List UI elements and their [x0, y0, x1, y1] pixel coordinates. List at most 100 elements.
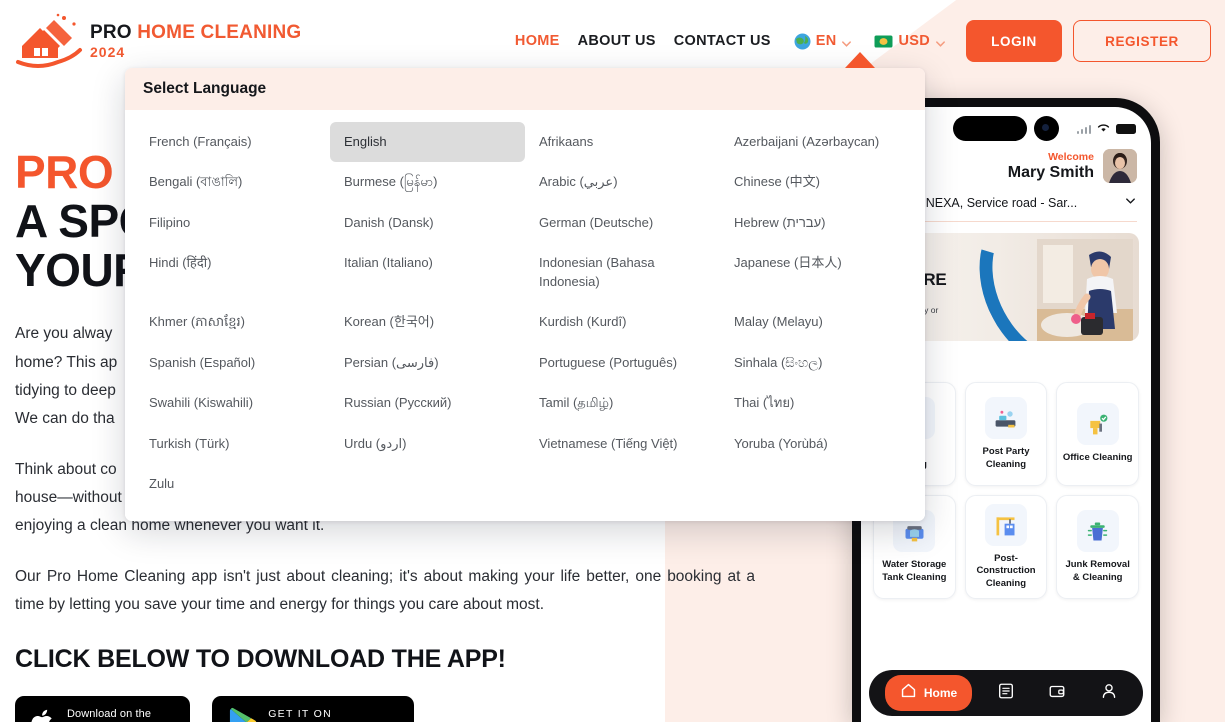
signal-icon [1076, 124, 1091, 134]
app-store-button[interactable]: Download on the App Store [15, 696, 191, 722]
nav-item-about-us[interactable]: ABOUT US [569, 27, 665, 55]
language-option[interactable]: Khmer (ភាសាខ្មែរ) [135, 302, 330, 342]
battery-icon [1116, 124, 1136, 134]
office-cleaning-icon [1076, 403, 1119, 446]
home-icon [900, 682, 917, 704]
apple-icon [31, 707, 56, 722]
google-play-small-text: GET IT ON [268, 708, 333, 721]
language-dropdown: Select Language French (Français) English… [125, 68, 925, 521]
language-option[interactable]: Persian (فارسی) [330, 343, 525, 383]
service-label: Junk Removal & Cleaning [1065, 559, 1130, 583]
language-option[interactable]: Bengali (বাঙালি) [135, 162, 330, 202]
language-option[interactable]: Sinhala (සිංහල) [720, 343, 915, 383]
welcome-label: Welcome [1048, 150, 1094, 163]
language-option[interactable]: Arabic (عربي) [525, 162, 720, 202]
language-options-grid: French (Français) English Afrikaans Azerbai… [125, 110, 925, 521]
language-option[interactable]: Azerbaijani (Azərbaycan) [720, 122, 915, 162]
globe-icon [794, 33, 811, 50]
language-option[interactable]: Urdu (اردو) [330, 424, 525, 464]
person-icon [1100, 682, 1118, 705]
login-button[interactable]: LOGIN [966, 20, 1062, 62]
language-option[interactable]: Hindi (हिंदी) [135, 243, 330, 302]
service-label: Water Storage Tank Cleaning [882, 559, 947, 583]
language-option[interactable]: Yoruba (Yorùbá) [720, 424, 915, 464]
banknote-icon [874, 35, 893, 48]
language-option[interactable]: Afrikaans [525, 122, 720, 162]
post-party-cleaning-icon [984, 397, 1027, 440]
chevron-down-icon [1124, 194, 1137, 212]
currency-selector-label: USD [898, 33, 930, 49]
chevron-down-icon [935, 36, 946, 47]
language-option[interactable]: Turkish (Türk) [135, 424, 330, 464]
language-option[interactable]: French (Français) [135, 122, 330, 162]
language-option[interactable]: Vietnamese (Tiếng Việt) [525, 424, 720, 464]
chevron-down-icon [841, 36, 852, 47]
language-option[interactable]: Thai (ไทย) [720, 383, 915, 423]
tab-wallet[interactable] [1039, 675, 1075, 712]
language-option[interactable]: Spanish (Español) [135, 343, 330, 383]
service-label: Office Cleaning [1062, 452, 1133, 464]
language-option[interactable]: Filipino [135, 203, 330, 243]
service-tile-junk-removal-cleaning[interactable]: Junk Removal & Cleaning [1056, 495, 1139, 599]
logo-text: PRO HOME CLEANING 2024 [90, 23, 301, 59]
language-selector-label: EN [815, 33, 837, 49]
wallet-icon [1048, 682, 1066, 705]
language-option[interactable]: Zulu [135, 464, 330, 504]
language-option[interactable]: Danish (Dansk) [330, 203, 525, 243]
language-option[interactable]: Chinese (中文) [720, 162, 915, 202]
language-option[interactable]: Tamil (தமிழ்) [525, 383, 720, 423]
language-option[interactable]: Korean (한국어) [330, 302, 525, 342]
wifi-icon [1096, 120, 1111, 138]
app-store-badges: Download on the App Store GET IT ON Goog… [15, 696, 755, 722]
register-button[interactable]: REGISTER [1073, 20, 1211, 62]
orders-list-icon [997, 682, 1015, 705]
currency-selector[interactable]: USD [866, 27, 954, 55]
cleaning-woman-photo [1037, 239, 1133, 341]
junk-removal-icon [1076, 510, 1119, 553]
phone-bottom-navigation: Home [869, 670, 1143, 716]
language-option[interactable]: English [330, 122, 525, 163]
service-label: Post- Construction Cleaning [976, 553, 1036, 589]
nav-item-contact-us[interactable]: CONTACT US [665, 27, 780, 55]
dropdown-arrow-icon [845, 52, 875, 68]
language-option[interactable]: Italian (Italiano) [330, 243, 525, 302]
google-play-button[interactable]: GET IT ON Google Play [212, 696, 414, 722]
google-play-icon [228, 707, 257, 722]
language-option[interactable]: Portuguese (Português) [525, 343, 720, 383]
logo-home-cleaning-text: HOME CLEANING [137, 22, 302, 43]
download-cta-title: CLICK BELOW TO DOWNLOAD THE APP! [15, 645, 506, 674]
logo[interactable]: PRO HOME CLEANING 2024 [14, 12, 301, 70]
tab-home-label: Home [923, 686, 958, 700]
language-option[interactable]: Russian (Русский) [330, 383, 525, 423]
service-tile-office-cleaning[interactable]: Office Cleaning [1056, 382, 1139, 486]
language-option[interactable]: Burmese (မြန်မာ) [330, 162, 525, 202]
language-option[interactable]: Indonesian (Bahasa Indonesia) [525, 243, 720, 302]
tab-orders[interactable] [988, 675, 1024, 712]
language-option[interactable]: German (Deutsche) [525, 203, 720, 243]
user-name: Mary Smith [1007, 163, 1094, 181]
nav-item-home[interactable]: HOME [506, 27, 569, 55]
language-option[interactable]: Hebrew (עברית) [720, 203, 915, 243]
front-camera-icon [1034, 116, 1059, 141]
language-option[interactable]: Swahili (Kiswahili) [135, 383, 330, 423]
island-pill [953, 116, 1027, 141]
language-option[interactable]: Japanese (日本人) [720, 243, 915, 302]
status-bar-right [1076, 120, 1136, 138]
app-store-label: Download on the App Store [67, 704, 174, 722]
service-tile-post-construction-cleaning[interactable]: Post- Construction Cleaning [964, 495, 1048, 599]
tab-home[interactable]: Home [884, 675, 973, 711]
service-label: Post Party Cleaning [982, 446, 1030, 470]
tab-profile[interactable] [1091, 675, 1127, 712]
service-tile-post-party-cleaning[interactable]: Post Party Cleaning [964, 382, 1048, 486]
avatar[interactable] [1103, 149, 1137, 183]
language-option[interactable]: Malay (Melayu) [720, 302, 915, 342]
language-option[interactable]: Kurdish (Kurdî) [525, 302, 720, 342]
post-construction-icon [984, 504, 1027, 547]
dynamic-island [953, 116, 1059, 141]
google-play-label: GET IT ON Google Play [268, 704, 398, 722]
logo-year: 2024 [90, 44, 126, 60]
app-store-small-text: Download on the [67, 708, 152, 721]
hero-paragraph-3: Our Pro Home Cleaning app isn't just abo… [15, 567, 755, 614]
page-root: PRO HOME CLEANING 2024 HOME ABOUT US CON… [0, 0, 1225, 722]
logo-pro-text: PRO [90, 22, 132, 43]
